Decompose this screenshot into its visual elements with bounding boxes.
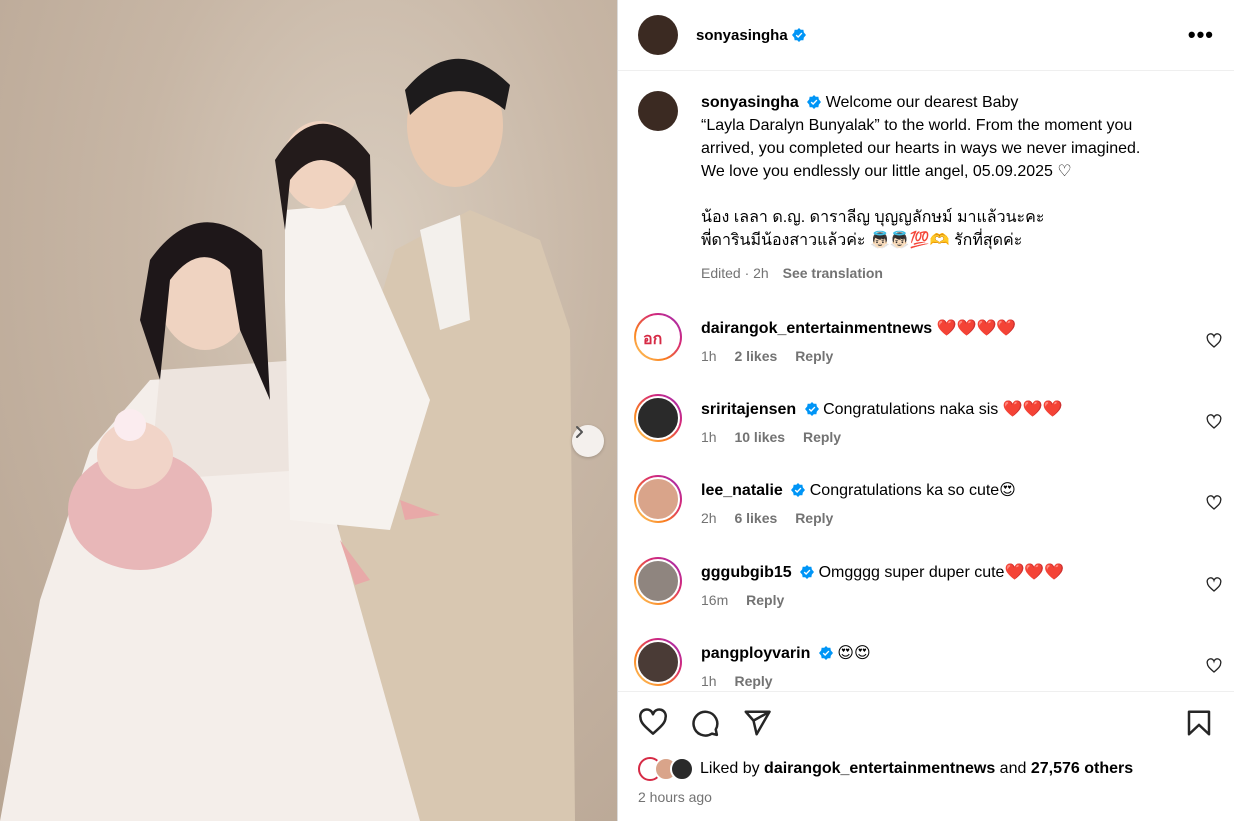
like-comment-heart-icon[interactable] [1206, 658, 1222, 674]
comment-username[interactable]: dairangok_entertainmentnews [701, 320, 932, 337]
avatar[interactable] [638, 15, 678, 55]
like-comment-heart-icon[interactable] [1206, 414, 1222, 430]
liked-by-row: Liked by dairangok_entertainmentnews and… [618, 757, 1234, 781]
see-translation-link[interactable]: See translation [783, 265, 883, 281]
share-send-icon[interactable] [742, 708, 772, 738]
reply-button[interactable]: Reply [795, 510, 833, 526]
comment-item: อก dairangok_entertainmentnews ❤️❤️❤️❤️ … [618, 313, 1234, 364]
comments-scroll[interactable]: sonyasingha Welcome our dearest Baby “La… [618, 71, 1234, 690]
reply-button[interactable]: Reply [734, 673, 772, 689]
comment-username[interactable]: pangployvarin [701, 645, 810, 662]
comment-likes[interactable]: 10 likes [734, 429, 785, 445]
chevron-right-icon [576, 426, 583, 438]
comment-time: 1h [701, 429, 717, 445]
comment-username[interactable]: sriritajensen [701, 401, 796, 418]
reply-button[interactable]: Reply [746, 592, 784, 608]
caption-line: We love you endlessly our little angel, … [701, 163, 1072, 180]
avatar: อก [636, 315, 680, 359]
comment-time: 2h [701, 510, 717, 526]
save-bookmark-icon[interactable] [1184, 708, 1214, 738]
like-heart-icon[interactable] [638, 708, 668, 738]
post-side-panel: sonyasingha ••• sonyasingha Welcome our … [617, 0, 1234, 821]
story-ring[interactable] [634, 394, 682, 442]
caption-line: arrived, you completed our hearts in way… [701, 140, 1141, 157]
comment-text: Omgggg super duper cute❤️❤️❤️ [818, 564, 1065, 581]
comment-bubble-icon[interactable] [690, 708, 720, 738]
avatar [636, 640, 680, 684]
comment-text: ❤️❤️❤️❤️ [936, 320, 1017, 337]
comment-time: 16m [701, 592, 729, 608]
avatar [670, 757, 694, 781]
comment-time: 1h [701, 348, 717, 364]
liked-by-and: and [999, 760, 1027, 777]
verified-badge-icon [804, 402, 819, 416]
caption-line: Welcome our dearest Baby [825, 94, 1019, 111]
caption-edited-time: Edited · 2h [701, 265, 769, 281]
comment-likes[interactable]: 6 likes [734, 510, 777, 526]
story-ring[interactable] [634, 557, 682, 605]
verified-badge-icon [791, 28, 806, 42]
like-comment-heart-icon[interactable] [1206, 333, 1222, 349]
story-ring[interactable] [634, 638, 682, 686]
comment-username[interactable]: lee_natalie [701, 482, 783, 499]
liked-by-user[interactable]: dairangok_entertainmentnews [764, 760, 995, 778]
avatar [636, 559, 680, 603]
post-header: sonyasingha ••• [618, 0, 1234, 71]
post-caption: sonyasingha Welcome our dearest Baby “La… [618, 71, 1234, 285]
story-ring[interactable]: อก [634, 313, 682, 361]
verified-badge-icon [791, 483, 806, 497]
comment-item: lee_natalie Congratulations ka so cute😍 … [618, 475, 1234, 526]
next-photo-button[interactable] [572, 425, 604, 457]
more-options-button[interactable]: ••• [1188, 22, 1214, 48]
verified-badge-icon [818, 646, 833, 660]
comment-item: gggubgib15 Omgggg super duper cute❤️❤️❤️… [618, 557, 1234, 608]
caption-username[interactable]: sonyasingha [701, 94, 799, 111]
like-comment-heart-icon[interactable] [1206, 495, 1222, 511]
family-photo-illustration [0, 58, 575, 821]
verified-badge-icon [800, 565, 815, 579]
avatar[interactable] [638, 91, 678, 131]
caption-line: “Layla Daralyn Bunyalak” to the world. F… [701, 117, 1133, 134]
story-ring[interactable] [634, 475, 682, 523]
post-timestamp[interactable]: 2 hours ago [618, 789, 1234, 805]
reply-button[interactable]: Reply [803, 429, 841, 445]
comment-text: Congratulations naka sis ❤️❤️❤️ [823, 401, 1063, 418]
avatar [636, 477, 680, 521]
reply-button[interactable]: Reply [795, 348, 833, 364]
verified-badge-icon [807, 95, 822, 109]
like-comment-heart-icon[interactable] [1206, 577, 1222, 593]
comment-likes[interactable]: 2 likes [734, 348, 777, 364]
header-username[interactable]: sonyasingha [696, 27, 788, 44]
comment-username[interactable]: gggubgib15 [701, 564, 792, 581]
avatar [636, 396, 680, 440]
liker-avatars [638, 757, 694, 781]
comment-time: 1h [701, 673, 717, 689]
caption-thai-line: น้อง เลลา ด.ญ. ดาราลีญ บุญญลักษม์ มาแล้ว… [701, 209, 1045, 226]
comment-item: sriritajensen Congratulations naka sis ❤… [618, 394, 1234, 445]
liked-by-prefix: Liked by [700, 760, 760, 777]
caption-thai-line: พี่ดารินมีน้องสาวแล้วค่ะ 👼🏻👼🏻💯🫶 รักที่สุ… [701, 232, 1023, 249]
comment-text: 😍😍 [837, 645, 871, 662]
post-actions: Liked by dairangok_entertainmentnews and… [618, 691, 1234, 821]
comment-text: Congratulations ka so cute😍 [809, 482, 1016, 499]
comment-item: pangployvarin 😍😍 1h Reply [618, 638, 1234, 689]
post-photo[interactable] [0, 0, 617, 821]
likes-count[interactable]: 27,576 others [1031, 760, 1133, 778]
